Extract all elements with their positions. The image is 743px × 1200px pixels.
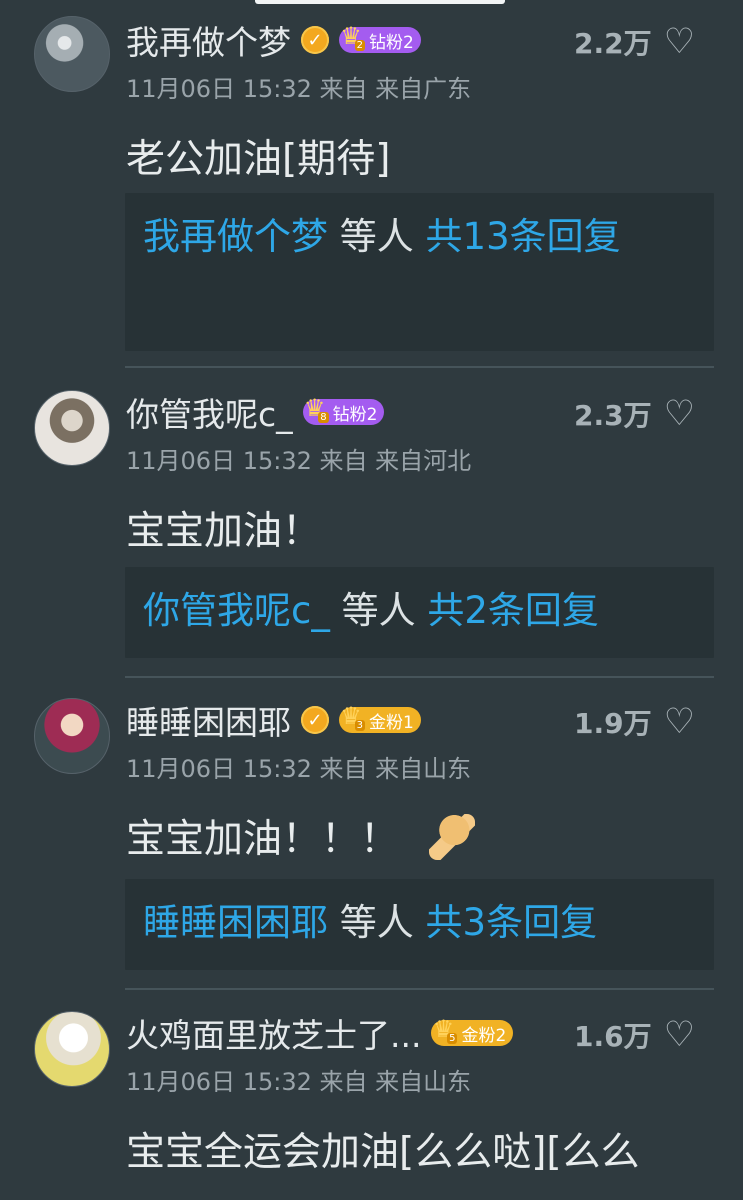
like-button[interactable]: 2.3万 ♡ [574, 394, 695, 434]
comment-text: 宝宝加油！！！ [126, 808, 476, 864]
comment-meta: 11月06日 15:32 来自 来自河北 [126, 447, 472, 475]
comment-meta: 11月06日 15:32 来自 来自山东 [126, 1068, 472, 1096]
username[interactable]: 你管我呢c_ [126, 388, 293, 436]
heart-icon[interactable]: ♡ [664, 1017, 695, 1053]
like-count: 2.3万 [574, 399, 652, 432]
comment-header: 你管我呢c_ ♛ 8 钻粉2 [126, 388, 385, 436]
divider [125, 988, 714, 990]
comment-text: 老公加油[期待] [126, 137, 391, 182]
reply-summary[interactable]: 你管我呢c_ 等人 共2条回复 [125, 567, 714, 658]
verified-icon: ✓ [301, 706, 329, 734]
avatar[interactable] [34, 1011, 110, 1087]
flexed-biceps-icon [429, 814, 476, 860]
username[interactable]: 睡睡困困耶 [126, 696, 291, 744]
username[interactable]: 我再做个梦 [126, 16, 291, 64]
reply-middle-text: 等人 [329, 589, 428, 632]
reply-middle-text: 等人 [328, 215, 426, 258]
fan-badge[interactable]: ♛ 3 金粉1 [339, 702, 421, 733]
heart-icon[interactable]: ♡ [664, 396, 695, 432]
reply-summary[interactable]: 我再做个梦 等人 共13条回复 [125, 193, 714, 351]
reply-count-link[interactable]: 共2条回复 [427, 589, 599, 632]
reply-summary[interactable]: 睡睡困困耶 等人 共3条回复 [125, 879, 714, 970]
crown-icon: ♛ 8 [303, 394, 329, 423]
like-count: 2.2万 [574, 27, 652, 60]
comment-header: 火鸡面里放芝士了... ♛ 5 金粉2 [126, 1009, 514, 1057]
reply-count-link[interactable]: 共13条回复 [426, 215, 621, 258]
comment-meta: 11月06日 15:32 来自 来自山东 [126, 755, 472, 783]
reply-user-link[interactable]: 睡睡困困耶 [143, 901, 328, 944]
fan-badge-label: 钻粉2 [332, 404, 378, 425]
reply-user-link[interactable]: 我再做个梦 [143, 215, 328, 258]
like-count: 1.6万 [574, 1020, 652, 1053]
divider [125, 366, 714, 368]
comment-text-value: 宝宝加油！！！ [126, 817, 400, 862]
crown-icon: ♛ 2 [340, 22, 365, 51]
avatar[interactable] [34, 698, 110, 774]
fan-badge-label: 钻粉2 [369, 32, 414, 53]
comment-meta: 11月06日 15:32 来自 来自广东 [126, 75, 472, 103]
fan-badge-label: 金粉1 [369, 712, 414, 733]
crown-icon: ♛ 5 [432, 1015, 458, 1044]
divider [125, 676, 714, 678]
top-indicator [255, 0, 505, 4]
heart-icon[interactable]: ♡ [664, 24, 695, 60]
reply-middle-text: 等人 [328, 901, 426, 944]
verified-icon: ✓ [301, 26, 329, 54]
fan-badge-label: 金粉2 [461, 1025, 507, 1046]
reply-count-link[interactable]: 共3条回复 [426, 901, 598, 944]
username[interactable]: 火鸡面里放芝士了... [126, 1009, 421, 1057]
comment-header: 我再做个梦 ✓ ♛ 2 钻粉2 [126, 18, 421, 62]
like-button[interactable]: 1.9万 ♡ [574, 702, 695, 742]
crown-icon: ♛ 3 [340, 702, 365, 731]
comment-text: 宝宝全运会加油[么么哒][么么 [126, 1130, 640, 1175]
comment-text: 宝宝加油！ [126, 509, 322, 554]
like-button[interactable]: 1.6万 ♡ [574, 1015, 695, 1055]
like-button[interactable]: 2.2万 ♡ [574, 22, 695, 62]
reply-user-link[interactable]: 你管我呢c_ [143, 589, 330, 632]
heart-icon[interactable]: ♡ [664, 704, 695, 740]
fan-badge[interactable]: ♛ 8 钻粉2 [302, 394, 385, 425]
comment-list-screen: 我再做个梦 ✓ ♛ 2 钻粉2 2.2万 ♡ 11月06日 15:32 来自 来自… [0, 0, 743, 1200]
avatar[interactable] [34, 390, 110, 466]
fan-badge[interactable]: ♛ 5 金粉2 [431, 1015, 514, 1046]
fan-badge[interactable]: ♛ 2 钻粉2 [339, 22, 421, 53]
comment-header: 睡睡困困耶 ✓ ♛ 3 金粉1 [126, 698, 421, 742]
like-count: 1.9万 [574, 707, 652, 740]
avatar[interactable] [34, 16, 110, 92]
